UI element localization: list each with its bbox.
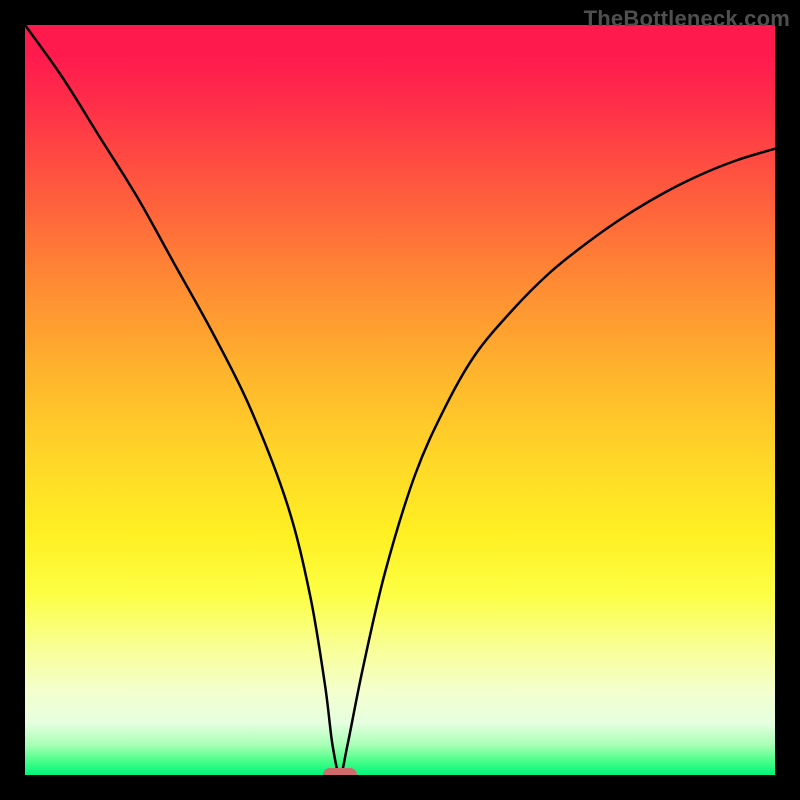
watermark-text: TheBottleneck.com: [584, 6, 790, 32]
min-marker: [323, 768, 357, 775]
bottleneck-curve: [25, 25, 775, 775]
curve-svg: [25, 25, 775, 775]
chart-frame: TheBottleneck.com: [0, 0, 800, 800]
plot-area: [25, 25, 775, 775]
